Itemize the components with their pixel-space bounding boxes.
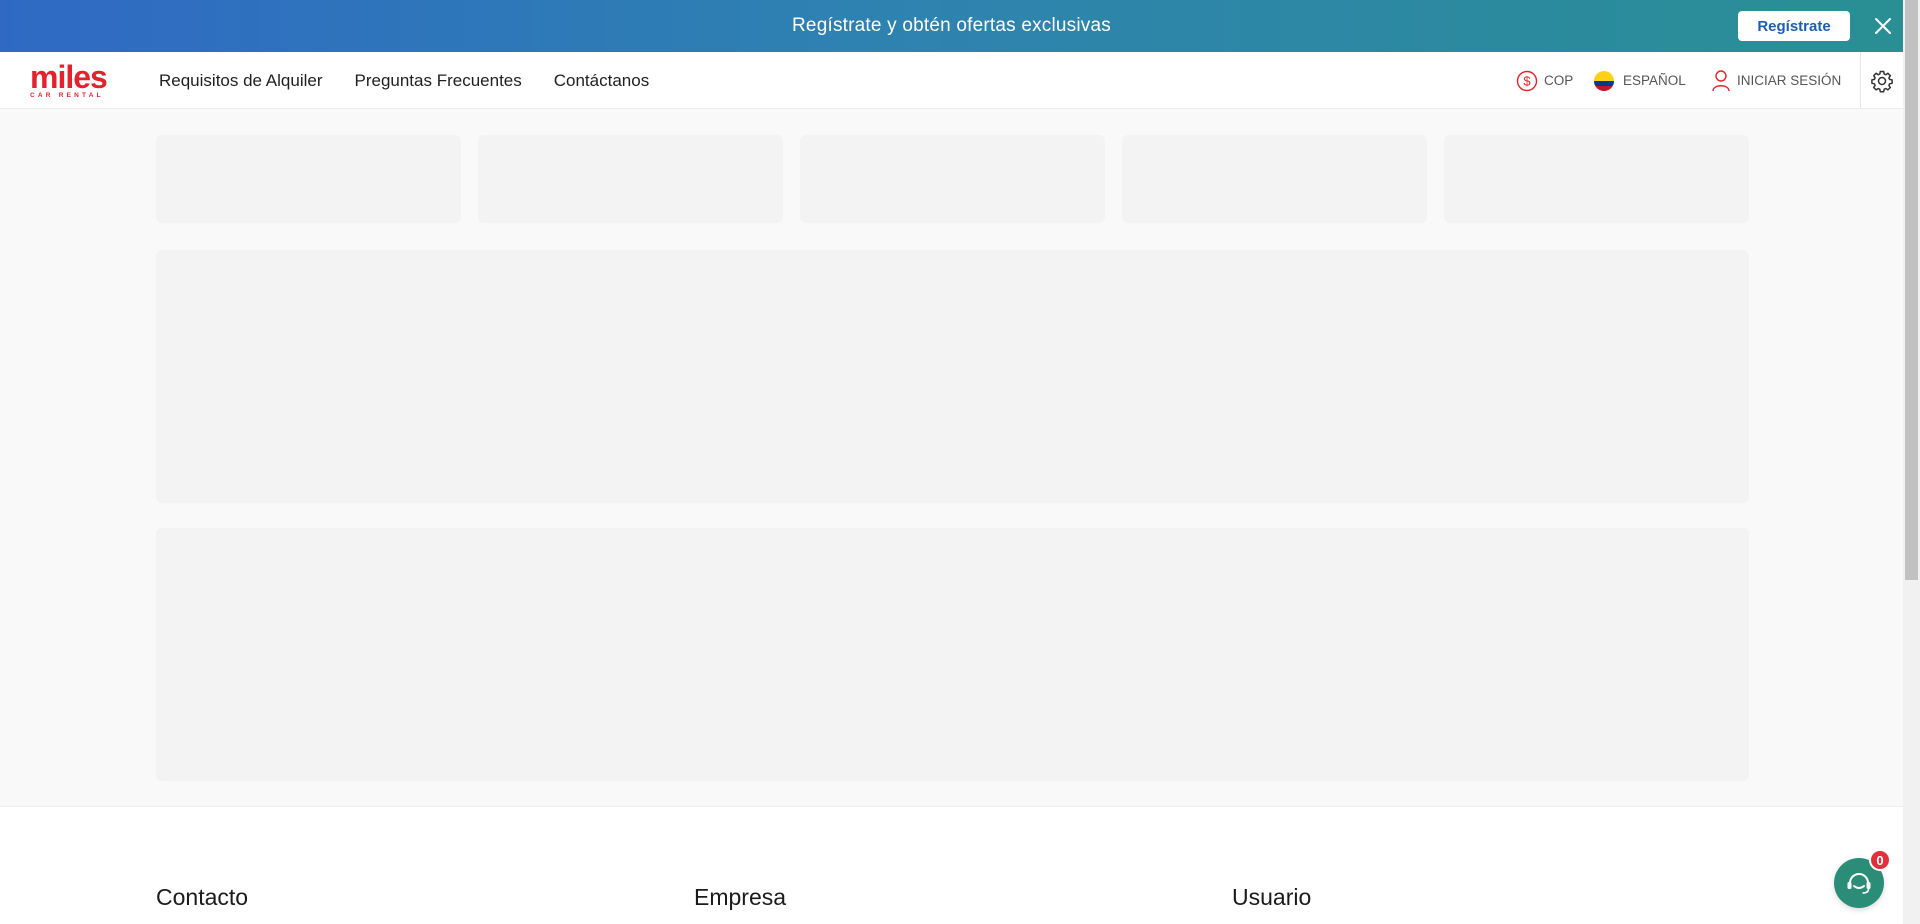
language-label: ESPAÑOL bbox=[1623, 73, 1686, 88]
scrollbar-thumb[interactable] bbox=[1905, 0, 1918, 580]
login-button[interactable]: INICIAR SESIÓN bbox=[1711, 52, 1841, 109]
skeleton-panel bbox=[156, 250, 1749, 503]
footer-heading-empresa: Empresa bbox=[694, 884, 787, 910]
skeleton-card bbox=[156, 135, 461, 223]
logo-word: miles bbox=[30, 59, 108, 95]
skeleton-card bbox=[800, 135, 1105, 223]
dollar-circle-icon: $ bbox=[1516, 70, 1538, 91]
logo-subtitle: CAR RENTAL bbox=[30, 92, 104, 99]
skeleton-card bbox=[478, 135, 783, 223]
chat-notification-badge: 0 bbox=[1869, 849, 1891, 871]
register-button[interactable]: Regístrate bbox=[1738, 11, 1850, 41]
promo-text: Regístrate y obtén ofertas exclusivas bbox=[792, 15, 1111, 36]
currency-label: COP bbox=[1544, 73, 1574, 88]
top-nav: miles CAR RENTAL Requisitos de Alquiler … bbox=[0, 52, 1903, 109]
nav-link-contactanos[interactable]: Contáctanos bbox=[554, 71, 649, 91]
login-label: INICIAR SESIÓN bbox=[1737, 73, 1842, 88]
footer-heading-usuario: Usuario bbox=[1232, 884, 1312, 910]
language-selector[interactable]: ESPAÑOL bbox=[1594, 52, 1686, 109]
svg-text:$: $ bbox=[1523, 73, 1531, 88]
skeleton-card bbox=[1444, 135, 1749, 223]
chat-support-icon bbox=[1847, 873, 1871, 894]
miles-logo[interactable]: miles CAR RENTAL bbox=[30, 59, 112, 101]
colombia-flag-icon bbox=[1594, 70, 1614, 91]
close-icon bbox=[1875, 18, 1891, 34]
user-icon bbox=[1712, 69, 1730, 91]
currency-selector[interactable]: $ COP bbox=[1516, 52, 1573, 109]
skeleton-card bbox=[1122, 135, 1427, 223]
nav-link-preguntas[interactable]: Preguntas Frecuentes bbox=[354, 71, 521, 91]
gear-icon bbox=[1871, 70, 1893, 92]
close-banner-button[interactable] bbox=[1870, 13, 1896, 39]
skeleton-panel bbox=[156, 528, 1749, 781]
promo-banner: Regístrate y obtén ofertas exclusivas Re… bbox=[0, 0, 1903, 52]
footer-heading-contacto: Contacto bbox=[156, 884, 249, 910]
footer: Contacto Empresa Usuario bbox=[0, 806, 1903, 924]
nav-links: Requisitos de Alquiler Preguntas Frecuen… bbox=[159, 52, 681, 109]
page: Regístrate y obtén ofertas exclusivas Re… bbox=[0, 0, 1903, 924]
settings-button[interactable] bbox=[1860, 52, 1903, 109]
nav-link-requisitos[interactable]: Requisitos de Alquiler bbox=[159, 71, 322, 91]
